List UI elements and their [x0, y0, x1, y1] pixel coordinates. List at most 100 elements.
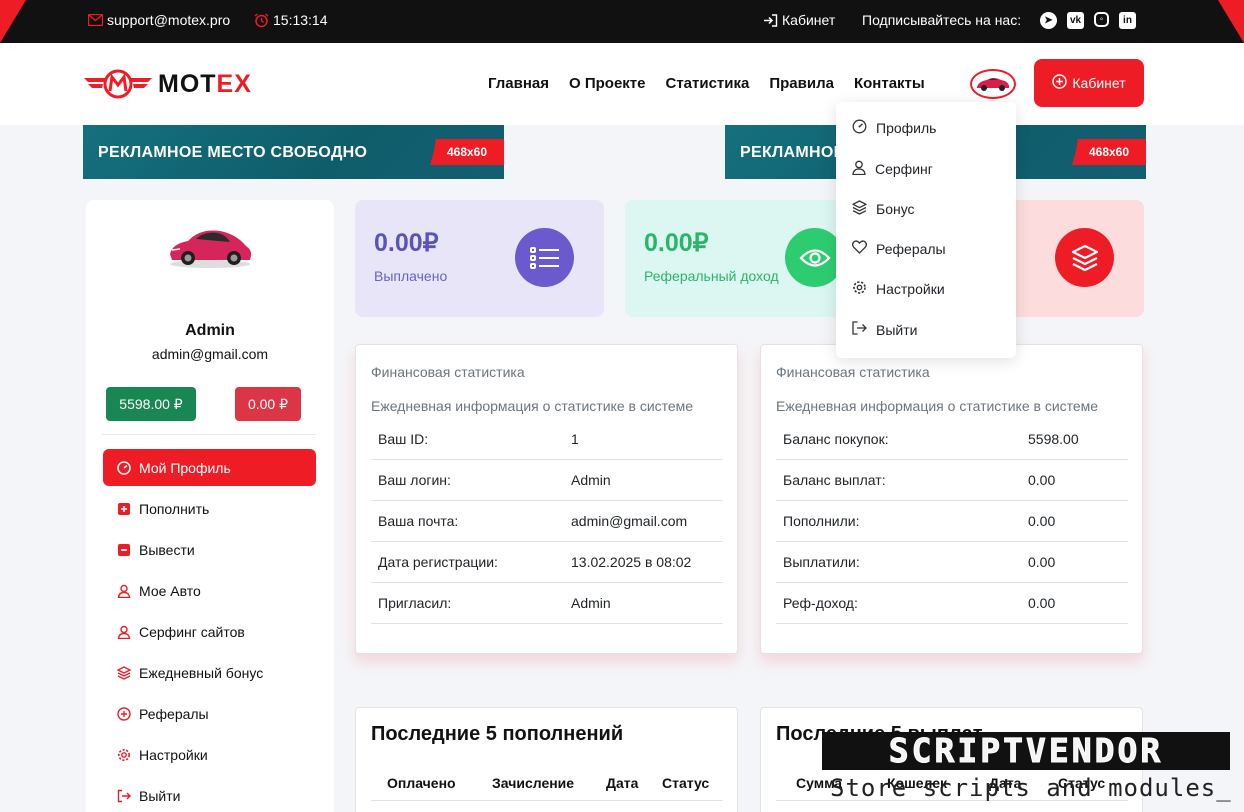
nav-about[interactable]: О Проекте [569, 75, 645, 92]
profile-name: Admin [185, 322, 235, 339]
clock: 15:13:14 [254, 12, 328, 28]
dropdown-item-label: Бонус [876, 201, 915, 217]
nav-contacts[interactable]: Контакты [854, 75, 925, 92]
row-key: Ваша почта: [378, 513, 459, 529]
row-value: 13.02.2025 в 08:02 [571, 554, 692, 570]
layers-icon [117, 665, 131, 680]
stat-label: Выплачено [374, 268, 448, 284]
dropdown-item-label: Рефералы [876, 240, 946, 257]
row-key: Дата регистрации: [378, 554, 498, 570]
layers-icon [1055, 228, 1114, 287]
sidebar-item-deposit[interactable]: Пополнить [103, 490, 316, 527]
row-value: Admin [571, 595, 611, 611]
sidebar-item-label: Вывести [139, 541, 195, 558]
top-cabinet-link[interactable]: Кабинет [763, 12, 835, 28]
sidebar-item-settings[interactable]: Настройки [103, 736, 316, 773]
table-row: Ваш ID: 1 [371, 419, 723, 460]
heart-icon [852, 240, 867, 257]
logout-icon [852, 321, 867, 338]
profile-sidebar: Admin admin@gmail.com 5598.00 ₽ 0.00 ₽ М… [86, 200, 334, 812]
row-key: Пригласил: [378, 595, 452, 611]
dropdown-item-surfing[interactable]: Серфинг [852, 160, 933, 178]
row-key: Пополнили: [783, 513, 860, 529]
sidebar-item-my-profile[interactable]: Мой Профиль [103, 449, 316, 486]
column-header: Статус [662, 775, 710, 791]
panel-title: Последние 5 пополнений [371, 723, 624, 745]
sidebar-item-my-car[interactable]: Мое Авто [103, 572, 316, 609]
top-cabinet-label: Кабинет [782, 12, 836, 28]
ad-banner-size-tag: 468x60 [1072, 139, 1146, 165]
sidebar-item-label: Выйти [139, 787, 181, 804]
sidebar-item-daily-bonus[interactable]: Ежедневный бонус [103, 654, 316, 691]
dropdown-item-label: Выйти [876, 321, 918, 338]
dropdown-item-profile[interactable]: Профиль [852, 119, 936, 137]
linkedin-icon[interactable]: in [1119, 12, 1136, 29]
dropdown-item-label: Серфинг [875, 161, 933, 177]
alarm-clock-icon [254, 12, 269, 28]
ad-banner-text: РЕКЛАМНОЕ МЕСТО СВОБОДНО [98, 144, 368, 161]
cabinet-button-label: Кабинет [1072, 75, 1126, 91]
profile-car-image [166, 220, 254, 275]
main-nav: Главная О Проекте Статистика Правила Кон… [488, 75, 925, 92]
gear-icon [852, 280, 867, 298]
stat-card-paid: 0.00₽ Выплачено [355, 200, 604, 317]
dropdown-item-label: Настройки [876, 281, 945, 297]
user-dropdown-menu: Профиль Серфинг Бонус Рефералы Настройки… [836, 102, 1016, 358]
user-icon [852, 160, 866, 178]
dropdown-item-settings[interactable]: Настройки [852, 280, 945, 298]
site-logo[interactable]: MOTEX [84, 69, 252, 99]
stat-value: 0.00₽ [644, 229, 709, 257]
sidebar-item-referrals[interactable]: Рефералы [103, 695, 316, 732]
vk-icon[interactable]: vk [1067, 12, 1084, 29]
stat-label: Реферальный доход [644, 268, 779, 284]
support-email[interactable]: support@motex.pro [88, 12, 230, 28]
sidebar-item-label: Настройки [139, 746, 208, 763]
dropdown-item-bonus[interactable]: Бонус [852, 200, 915, 218]
row-key: Ваш логин: [378, 472, 451, 488]
top-bar-accent-right [1218, 0, 1244, 43]
column-header: Дата [606, 775, 639, 791]
gauge-icon [117, 460, 131, 475]
login-icon [763, 13, 778, 27]
table-row: Баланс покупок: 5598.00 [776, 419, 1128, 460]
sidebar-item-label: Рефералы [139, 705, 209, 722]
dropdown-item-logout[interactable]: Выйти [852, 321, 917, 338]
row-key: Баланс покупок: [783, 431, 889, 447]
table-row: Выплатили: 0.00 [776, 542, 1128, 583]
table-row: Баланс выплат: 0.00 [776, 460, 1128, 501]
top-bar: support@motex.pro 15:13:14 Кабинет Подпи… [0, 0, 1244, 43]
sidebar-item-label: Мой Профиль [139, 459, 231, 476]
list-icon [515, 228, 574, 287]
last-deposits-panel: Последние 5 пополнений Оплачено Зачислен… [355, 707, 738, 812]
envelope-icon [88, 14, 103, 26]
plus-circle-icon [1052, 74, 1068, 92]
telegram-icon[interactable]: ➤ [1040, 12, 1057, 29]
sidebar-item-logout[interactable]: Выйти [103, 777, 316, 812]
social-links: ➤ vk ◦ in [1040, 12, 1136, 29]
nav-rules[interactable]: Правила [769, 75, 834, 92]
instagram-icon[interactable]: ◦ [1094, 12, 1109, 27]
user-avatar-toggle[interactable] [970, 69, 1016, 99]
scriptvendor-watermark: SCRIPTVENDOR Store scripts and modules_ [822, 731, 1234, 810]
cabinet-button[interactable]: Кабинет [1034, 59, 1144, 107]
sidebar-item-label: Ежедневный бонус [139, 664, 264, 681]
dropdown-item-label: Профиль [876, 120, 937, 136]
panel-subheading: Ежедневная информация о статистике в сис… [776, 398, 1099, 414]
user-icon [117, 584, 131, 598]
nav-home[interactable]: Главная [488, 75, 549, 92]
column-header: Оплачено [387, 775, 456, 791]
ad-banner-size-tag: 468x60 [430, 139, 504, 165]
nav-statistics[interactable]: Статистика [666, 75, 750, 92]
sidebar-item-withdraw[interactable]: Вывести [103, 531, 316, 568]
ad-banner-left[interactable]: РЕКЛАМНОЕ МЕСТО СВОБОДНО 468x60 [83, 125, 504, 179]
panel-heading: Финансовая статистика [776, 364, 930, 380]
gauge-icon [852, 119, 867, 137]
stat-value: 0.00₽ [374, 229, 439, 257]
sidebar-item-surfing[interactable]: Серфинг сайтов [103, 613, 316, 650]
sidebar-divider [102, 434, 316, 435]
table-row: Пополнили: 0.00 [776, 501, 1128, 542]
dropdown-item-referrals[interactable]: Рефералы [852, 240, 946, 257]
panel-heading: Финансовая статистика [371, 364, 525, 380]
row-key: Реф-доход: [783, 595, 858, 611]
balance-badge-purchase: 5598.00 ₽ [106, 387, 196, 421]
